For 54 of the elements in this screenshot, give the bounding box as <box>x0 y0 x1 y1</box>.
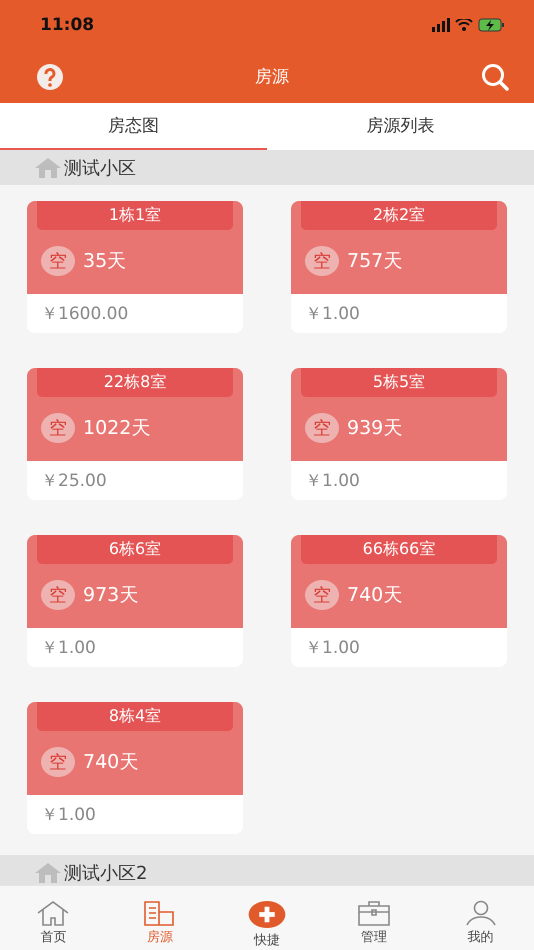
room-price: ￥1.00 <box>304 303 361 326</box>
user-icon <box>464 900 498 926</box>
room-name: 1栋1室 <box>37 201 233 230</box>
nav-tab[interactable]: 管理 <box>320 886 428 950</box>
room-name: 22栋8室 <box>37 368 233 397</box>
status-badge: 空 <box>41 246 75 276</box>
vacant-days: 740天 <box>83 749 138 775</box>
briefcase-icon <box>356 900 391 926</box>
room-name: 5栋5室 <box>301 368 497 397</box>
vacant-days: 35天 <box>83 248 126 274</box>
room-card[interactable]: 22栋8室 空 1022天 ￥25.00 <box>27 368 243 500</box>
status-badge: 空 <box>305 413 339 443</box>
room-card[interactable]: 5栋5室 空 939天 ￥1.00 <box>291 368 507 500</box>
status-badge: 空 <box>41 580 75 610</box>
room-price: ￥1.00 <box>40 804 97 827</box>
wifi-icon <box>455 19 473 31</box>
vacant-days: 939天 <box>347 415 402 441</box>
nav-tab[interactable]: 我的 <box>427 886 534 950</box>
vacant-days: 757天 <box>347 248 402 274</box>
status-time: 11:08 <box>40 15 94 35</box>
signal-icon <box>432 18 450 32</box>
status-badge: 空 <box>41 747 75 777</box>
page-title: 房源 <box>255 66 289 88</box>
room-name: 8栋4室 <box>37 702 233 731</box>
room-price: ￥1600.00 <box>40 303 130 326</box>
vacant-days: 740天 <box>347 582 402 608</box>
room-price: ￥25.00 <box>40 470 108 493</box>
vacant-days: 1022天 <box>83 415 150 441</box>
room-card[interactable]: 66栋66室 空 740天 ￥1.00 <box>291 535 507 667</box>
nav-tab[interactable]: 房源 <box>106 886 214 950</box>
nav-tab[interactable]: 快捷 <box>214 886 320 950</box>
room-card[interactable]: 1栋1室 空 35天 ￥1600.00 <box>27 201 243 333</box>
room-card[interactable]: 6栋6室 空 973天 ￥1.00 <box>27 535 243 667</box>
room-name: 2栋2室 <box>301 201 497 230</box>
room-price: ￥1.00 <box>40 637 97 660</box>
plus-icon <box>246 900 287 929</box>
room-name: 66栋66室 <box>301 535 497 564</box>
battery-icon <box>478 18 504 32</box>
status-badge: 空 <box>305 580 339 610</box>
vacant-days: 973天 <box>83 582 138 608</box>
search-icon[interactable] <box>480 62 510 92</box>
help-icon[interactable] <box>36 62 64 90</box>
room-card[interactable]: 8栋4室 空 740天 ￥1.00 <box>27 702 243 834</box>
room-price: ￥1.00 <box>304 470 361 493</box>
nav-tab[interactable]: 首页 <box>0 886 107 950</box>
status-badge: 空 <box>305 246 339 276</box>
section-name: 测试小区 <box>64 156 136 180</box>
room-card[interactable]: 2栋2室 空 757天 ￥1.00 <box>291 201 507 333</box>
room-price: ￥1.00 <box>304 637 361 660</box>
room-name: 6栋6室 <box>37 535 233 564</box>
section-name: 测试小区2 <box>64 862 148 884</box>
house-icon <box>34 156 62 178</box>
home-icon <box>36 900 70 926</box>
status-badge: 空 <box>41 413 75 443</box>
